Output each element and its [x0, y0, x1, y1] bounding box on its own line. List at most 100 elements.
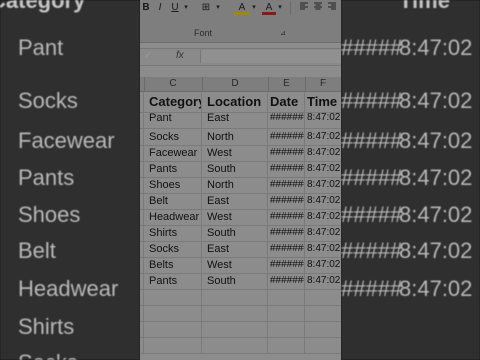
bg-date: ##### [341, 202, 403, 227]
table-row: SocksNorth#######8:47:02 [140, 129, 341, 146]
cell-category[interactable]: Pants [144, 161, 202, 177]
cell-date[interactable]: ####### [268, 161, 305, 177]
cell-time[interactable]: 8:47:02 [305, 273, 341, 289]
empty-cell[interactable] [202, 337, 268, 353]
cell-category[interactable]: Pant [144, 108, 202, 128]
cell-location[interactable]: West [202, 145, 268, 161]
cell-time[interactable]: 8:47:02 [305, 209, 341, 225]
cell-time[interactable]: 8:47:02 [305, 108, 341, 128]
bg-date: ##### [341, 88, 403, 113]
cell-category[interactable]: Socks [144, 129, 202, 145]
cell-category[interactable]: Pants [144, 273, 202, 289]
bg-item: Belt [18, 238, 56, 263]
bg-item: Socks [18, 88, 78, 113]
bg-item: Headwear [18, 276, 119, 301]
bold-button[interactable]: B [140, 1, 152, 15]
empty-cell[interactable] [144, 337, 202, 353]
cell-category[interactable]: Headwear [144, 209, 202, 225]
align-left-icon[interactable] [298, 1, 310, 15]
empty-cell[interactable] [144, 305, 202, 321]
cell-date[interactable]: ####### [268, 257, 305, 273]
cell-time[interactable]: 8:47:02 [305, 257, 341, 273]
cell-time[interactable]: 8:47:02 [305, 145, 341, 161]
cell-location[interactable]: North [202, 129, 268, 145]
fill-color-button[interactable]: A [234, 1, 250, 15]
empty-cell[interactable] [202, 289, 268, 305]
cell-location[interactable]: South [202, 225, 268, 241]
cell-location[interactable]: South [202, 273, 268, 289]
cell-date[interactable]: ####### [268, 209, 305, 225]
empty-cell[interactable] [268, 289, 305, 305]
underline-button[interactable]: U [168, 1, 182, 15]
cell-date[interactable]: ####### [268, 129, 305, 145]
cell-time[interactable]: 8:47:02 [305, 161, 341, 177]
cell-time[interactable]: 8:47:02 [305, 193, 341, 209]
bg-time: 8:47:02 [399, 202, 473, 227]
cell-category[interactable]: Shoes [144, 177, 202, 193]
cell-category[interactable]: Belt [144, 193, 202, 209]
cell-location[interactable]: North [202, 177, 268, 193]
underline-dropdown-icon[interactable]: ▾ [182, 1, 190, 15]
cell-date[interactable]: ####### [268, 145, 305, 161]
table-row: FacewearWest#######8:47:02 [140, 145, 341, 162]
cell-category[interactable]: Socks [144, 241, 202, 257]
cell-location[interactable]: East [202, 241, 268, 257]
cell-category[interactable]: Belts [144, 257, 202, 273]
column-header[interactable]: D [202, 77, 269, 91]
cell-location[interactable]: South [202, 161, 268, 177]
cell-time[interactable]: 8:47:02 [305, 225, 341, 241]
cell-time[interactable]: 8:47:02 [305, 241, 341, 257]
bg-header: Time [399, 0, 450, 13]
table-row: SocksEast#######8:47:02 [140, 241, 341, 258]
cell-category[interactable]: Facewear [144, 145, 202, 161]
bg-date: ##### [341, 238, 403, 263]
borders-dropdown-icon[interactable]: ▾ [214, 1, 222, 15]
zoomed-background-right: Time ##### 8:47:02 ##### 8:47:02 ##### 8… [341, 0, 480, 360]
formula-input[interactable] [200, 50, 341, 63]
cell-category[interactable]: Shirts [144, 225, 202, 241]
borders-button[interactable]: ⊞ [198, 1, 214, 15]
excel-window: B I U ▾ ⊞ ▾ A ▾ A ▾ Font ⊿ ✓ fx C D E F [140, 0, 341, 360]
cell-date[interactable]: ####### [268, 241, 305, 257]
bg-date: ##### [341, 128, 403, 153]
cell-date[interactable]: ####### [268, 177, 305, 193]
column-header[interactable]: F [305, 77, 341, 91]
empty-row [140, 305, 341, 322]
insert-function-button[interactable]: fx [176, 50, 184, 61]
empty-cell[interactable] [268, 305, 305, 321]
fill-dropdown-icon[interactable]: ▾ [250, 1, 258, 15]
font-dialog-launcher-icon[interactable]: ⊿ [280, 29, 286, 37]
table-row: HeadwearWest#######8:47:02 [140, 209, 341, 226]
bg-date: ##### [341, 276, 403, 301]
cell-time[interactable]: 8:47:02 [305, 129, 341, 145]
empty-cell[interactable] [305, 321, 341, 337]
cell-date[interactable]: ####### [268, 225, 305, 241]
empty-cell[interactable] [305, 305, 341, 321]
cell-location[interactable]: East [202, 193, 268, 209]
italic-button[interactable]: I [154, 1, 166, 15]
align-right-icon[interactable] [326, 1, 338, 15]
table-row: BeltsWest#######8:47:02 [140, 257, 341, 274]
cancel-check-icons[interactable]: ✓ [144, 50, 154, 61]
cell-location[interactable]: West [202, 209, 268, 225]
cell-location[interactable]: West [202, 257, 268, 273]
column-header[interactable]: C [144, 77, 203, 91]
cell-time[interactable]: 8:47:02 [305, 177, 341, 193]
empty-cell[interactable] [268, 337, 305, 353]
cell-date[interactable]: ####### [268, 193, 305, 209]
empty-cell[interactable] [144, 289, 202, 305]
empty-cell[interactable] [305, 337, 341, 353]
cell-location[interactable]: East [202, 108, 268, 128]
font-color-button[interactable]: A [262, 1, 276, 15]
empty-cell[interactable] [202, 321, 268, 337]
empty-cell[interactable] [268, 321, 305, 337]
cell-date[interactable]: ####### [268, 108, 305, 128]
cell-date[interactable]: ####### [268, 273, 305, 289]
empty-cell[interactable] [202, 305, 268, 321]
empty-cell[interactable] [305, 289, 341, 305]
column-header[interactable]: E [268, 77, 306, 91]
font-color-dropdown-icon[interactable]: ▾ [276, 1, 284, 15]
align-center-icon[interactable] [312, 1, 324, 15]
empty-cell[interactable] [144, 321, 202, 337]
column-headers: C D E F [140, 77, 341, 92]
